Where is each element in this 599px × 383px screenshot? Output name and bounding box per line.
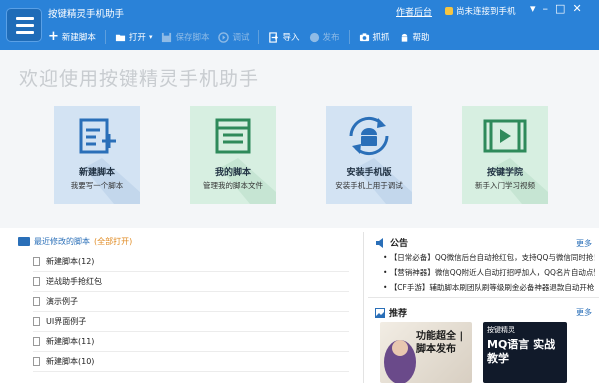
install-mobile-card[interactable]: 安装手机版 安装手机上用于调试 [326,106,412,204]
file-icon [33,277,40,286]
open-all-link[interactable]: (全部打开) [94,236,132,247]
camera-icon [359,32,369,41]
notice-more-link[interactable]: 更多 [576,238,592,249]
debug-button[interactable]: 调试 [218,31,249,43]
menu-icon[interactable] [6,8,42,42]
recommend-title: 推荐 [389,309,408,319]
promo-brand: 按键精灵 [487,326,515,334]
chevron-down-icon: ▾ [148,33,153,41]
card-subtitle: 我要写一个脚本 [70,181,124,190]
notice-title: 公告 [390,239,409,249]
recommend-more-link[interactable]: 更多 [576,307,592,318]
file-icon [33,337,40,346]
capture-button[interactable]: 抓抓 [359,31,390,43]
notice-list: • 【日常必备】QQ微信后台自动抢红包，支持QQ与微信同时抢！ • 【营销神器】… [383,252,595,297]
file-icon [33,357,40,366]
file-icon [33,257,40,266]
help-button[interactable]: 帮助 [399,31,430,43]
save-icon [162,32,172,42]
list-item[interactable]: 新建脚本(10) [33,352,349,372]
debug-label: 调试 [232,33,250,43]
plus-icon: + [48,29,59,44]
welcome-panel: 欢迎使用按键精灵手机助手 新建脚本 我要写一个脚本 我的脚本 管理我的脚本文件 … [0,50,599,228]
file-icon [33,297,40,306]
recent-scripts-list: 新建脚本(12) 逆战助手抢红包 演示例子 UI界面例子 新建脚本(11) 新建… [33,252,349,372]
divider [368,297,599,298]
maximize-icon[interactable]: □ [555,2,565,15]
card-title: 安装手机版 [346,168,392,178]
import-icon [269,31,279,43]
publish-button[interactable]: 发布 [309,31,340,43]
list-item[interactable]: UI界面例子 [33,312,349,332]
debug-icon [218,31,230,43]
android-icon [401,33,407,42]
list-item[interactable]: 新建脚本(12) [33,252,349,272]
promo-text: MQ语言 实战教学 [487,338,556,365]
notice-header: 公告 [375,236,408,249]
open-button[interactable]: 打开 ▾ [115,31,153,43]
capture-label: 抓抓 [372,33,390,43]
divider [363,232,364,383]
card-subtitle: 新手入门学习视频 [475,181,535,190]
my-scripts-card[interactable]: 我的脚本 管理我的脚本文件 [190,106,276,204]
publish-icon [309,32,319,42]
image-icon [375,307,385,318]
skin-icon[interactable]: ▾ [530,2,536,15]
work-hall-link[interactable]: 作者后台 [396,5,432,18]
import-button[interactable]: 导入 [268,31,300,43]
card-title: 我的脚本 [214,168,251,178]
toolbar: + 新建脚本 打开 ▾ 保存脚本 调试 导入 发布 抓抓 帮助 [48,28,439,46]
promo-banner-scripts[interactable]: 功能超全 | 脚本发布 [380,322,472,383]
open-label: 打开 [128,33,146,43]
recommend-header: 推荐 [375,306,407,319]
new-script-label: 新建脚本 [61,33,96,43]
promo-text: 功能超全 | 脚本发布 [416,331,464,355]
card-title: 按键学院 [486,168,523,178]
speaker-icon [376,237,383,248]
recent-scripts-label: 最近修改的脚本 [34,237,90,246]
notice-item[interactable]: • 【营销神器】微信QQ附近人自动打招呼加人，QQ名片自动点赞 [383,267,595,282]
notice-item[interactable]: • 【CF手游】辅助脚本刷团队刷等级刷金必备神器退款自动开枪 [383,282,595,297]
close-icon[interactable]: ✕ [572,2,581,15]
promo-banner-mq[interactable]: 按键精灵 MQ语言 实战教学 [483,322,567,383]
publish-label: 发布 [322,33,340,43]
list-item[interactable]: 逆战助手抢红包 [33,272,349,292]
minimize-icon[interactable]: – [543,2,549,15]
recent-scripts-header: 最近修改的脚本 (全部打开) [18,236,132,247]
welcome-title: 欢迎使用按键精灵手机助手 [19,68,260,90]
file-icon [33,317,40,326]
new-script-button[interactable]: + 新建脚本 [48,29,96,44]
app-title: 按键精灵手机助手 [48,9,125,20]
title-bar: 按键精灵手机助手 作者后台 尚未连接到手机 ▾ – □ ✕ + 新建脚本 打开 … [0,0,599,50]
card-title: 新建脚本 [78,168,115,178]
card-subtitle: 管理我的脚本文件 [203,181,263,190]
list-item[interactable]: 演示例子 [33,292,349,312]
save-button[interactable]: 保存脚本 [161,31,209,43]
phone-status[interactable]: 尚未连接到手机 [445,5,516,17]
phone-status-label: 尚未连接到手机 [456,7,516,17]
new-script-card[interactable]: 新建脚本 我要写一个脚本 [54,106,140,204]
folder-icon [18,237,30,246]
save-label: 保存脚本 [175,33,210,43]
import-label: 导入 [282,33,300,43]
folder-icon [115,34,126,41]
academy-card[interactable]: 按键学院 新手入门学习视频 [462,106,548,204]
help-label: 帮助 [412,33,430,43]
phone-status-icon [445,7,453,15]
card-subtitle: 安装手机上用于调试 [335,181,403,190]
notice-item[interactable]: • 【日常必备】QQ微信后台自动抢红包，支持QQ与微信同时抢！ [383,252,595,267]
window-controls: ▾ – □ ✕ [530,2,582,15]
list-item[interactable]: 新建脚本(11) [33,332,349,352]
